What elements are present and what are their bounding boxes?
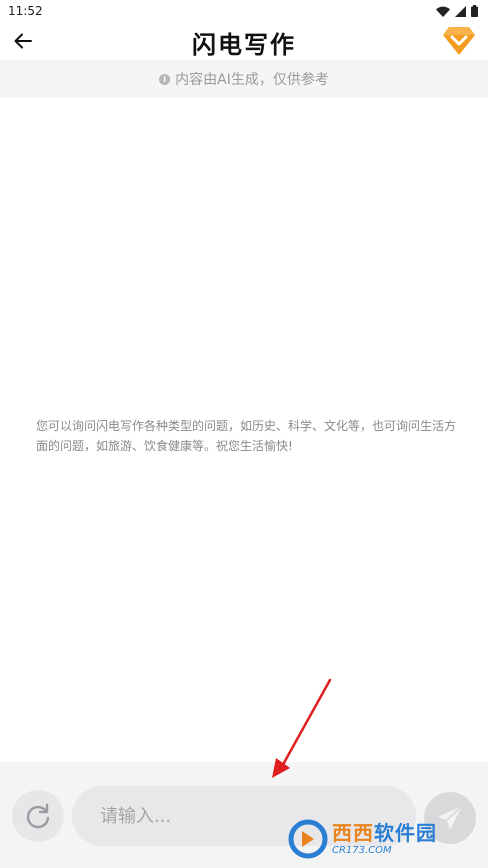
- status-time: 11:52: [8, 4, 43, 18]
- watermark-text: 西西软件园 CR173.COM: [332, 823, 437, 856]
- watermark: 西西软件园 CR173.COM: [288, 818, 488, 860]
- refresh-button[interactable]: [12, 790, 64, 842]
- status-icons: [436, 5, 478, 17]
- watermark-title-b: 软件园: [374, 820, 437, 845]
- watermark-url: CR173.COM: [332, 844, 392, 856]
- battery-icon: [471, 5, 478, 17]
- app-header: 闪电写作: [0, 22, 488, 60]
- ai-notice-text: 内容由AI生成，仅供参考: [175, 72, 329, 88]
- info-icon: i: [159, 73, 171, 85]
- watermark-logo-icon: [288, 819, 328, 859]
- intro-message: 您可以询问闪电写作各种类型的问题，如历史、科学、文化等，也可询问生活方面的问题，…: [36, 419, 457, 453]
- signal-icon: [455, 5, 466, 17]
- refresh-icon: [26, 803, 50, 829]
- status-bar: 11:52: [0, 0, 488, 22]
- chat-area: 您可以询问闪电写作各种类型的问题，如历史、科学、文化等，也可询问生活方面的问题，…: [0, 98, 488, 762]
- watermark-title: 西西软件园: [332, 823, 437, 843]
- vip-diamond-icon[interactable]: [442, 25, 476, 57]
- page-title: 闪电写作: [192, 31, 296, 59]
- wifi-icon: [436, 6, 450, 17]
- ai-notice-banner: i 内容由AI生成，仅供参考: [0, 60, 488, 98]
- watermark-title-a: 西西: [332, 820, 374, 845]
